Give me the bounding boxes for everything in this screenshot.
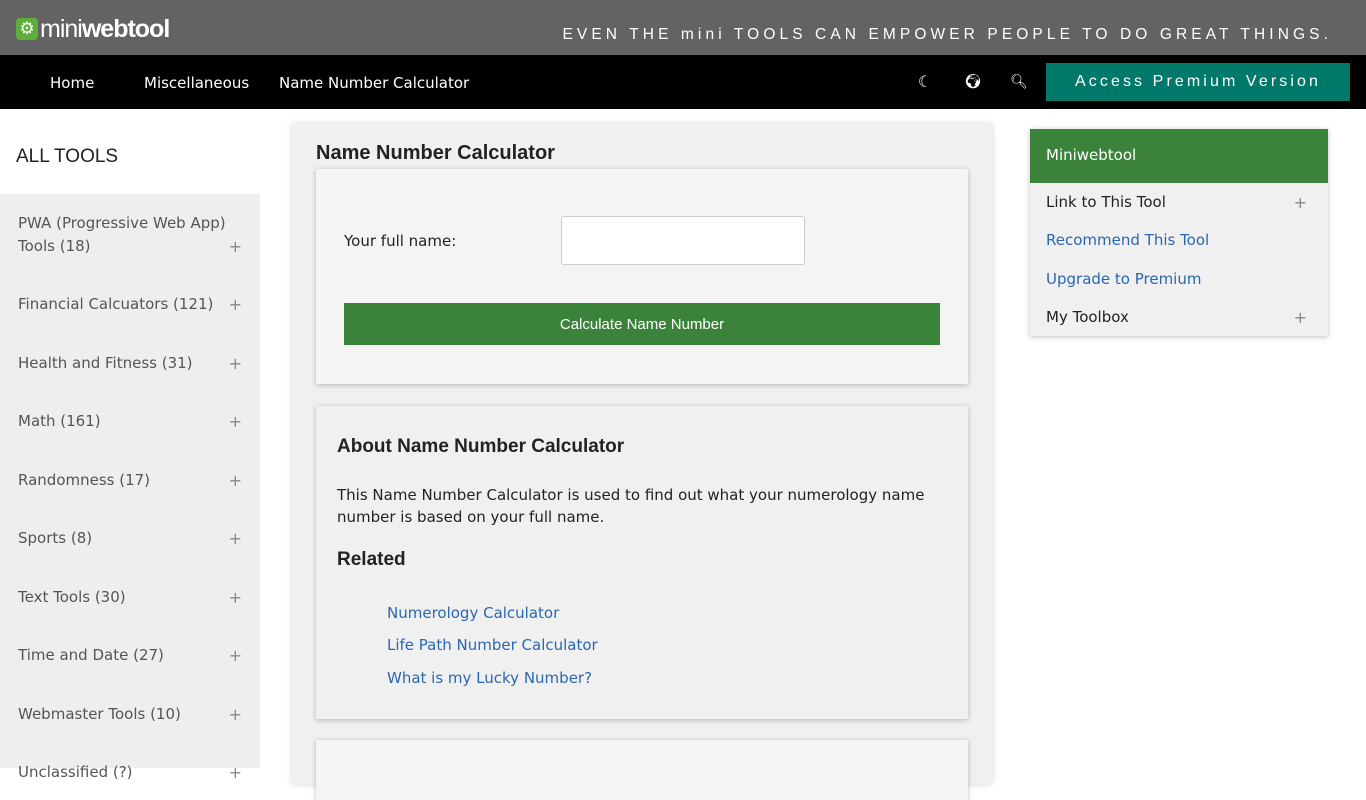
sidebar-item-math[interactable]: Math (161) + [18,410,242,433]
sidebar-item-label: Randomness (17) [18,471,151,489]
sidebar-item-sports[interactable]: Sports (8) + [18,527,242,550]
about-heading: About Name Number Calculator [337,436,625,457]
moon-icon[interactable]: ☾ [915,72,935,91]
access-premium-button[interactable]: Access Premium Version [1046,63,1350,101]
page-title: Name Number Calculator [316,142,555,164]
sidebar-item-unclassified[interactable]: Unclassified (?) + [18,761,242,784]
my-toolbox-label: My Toolbox [1046,308,1129,326]
expand-icon[interactable]: + [1294,193,1307,212]
sidebar-item-text-tools[interactable]: Text Tools (30) + [18,586,242,609]
full-name-label: Your full name: [344,232,457,250]
sidebar-item-financial[interactable]: Financial Calcuators (121) + [18,293,242,316]
sidebar-item-webmaster[interactable]: Webmaster Tools (10) + [18,703,242,726]
sidebar-item-label: Health and Fitness (31) [18,354,193,372]
related-link-lucky-number[interactable]: What is my Lucky Number? [387,669,592,687]
sidebar-item-label: Unclassified (?) [18,763,133,781]
about-card: About Name Number Calculator This Name N… [316,406,968,719]
tools-sidebar: PWA (Progressive Web App) Tools (18) + F… [0,194,260,782]
expand-icon[interactable]: + [229,586,242,609]
sidebar-item-health[interactable]: Health and Fitness (31) + [18,352,242,375]
top-header: ⚙ mini webtool EVEN THE mini TOOLS CAN E… [0,0,1366,55]
about-description: This Name Number Calculator is used to f… [337,486,925,526]
all-tools-heading: ALL TOOLS [16,146,119,167]
site-logo[interactable]: ⚙ mini webtool [16,14,170,43]
expand-icon[interactable]: + [229,644,242,667]
full-name-input[interactable] [561,216,805,265]
sidebar-item-time-date[interactable]: Time and Date (27) + [18,644,242,667]
logo-text-webtool: webtool [81,14,170,43]
expand-icon[interactable]: + [1294,308,1307,327]
calculator-form-card: Your full name: Calculate Name Number [316,169,968,384]
recommend-this-tool-link[interactable]: Recommend This Tool [1046,231,1312,249]
expand-icon[interactable]: + [229,410,242,433]
next-card [316,740,968,800]
main-navbar: Home Miscellaneous Name Number Calculato… [0,55,1366,109]
related-link-life-path[interactable]: Life Path Number Calculator [387,636,598,654]
site-tagline: EVEN THE mini TOOLS CAN EMPOWER PEOPLE T… [562,26,1332,43]
calculate-name-number-button[interactable]: Calculate Name Number [344,303,940,345]
related-link-numerology[interactable]: Numerology Calculator [387,604,559,622]
gear-icon: ⚙ [16,18,38,40]
link-to-this-tool[interactable]: Link to This Tool + [1046,193,1312,212]
sidebar-item-label: Webmaster Tools (10) [18,705,181,723]
nav-name-number-calculator[interactable]: Name Number Calculator [279,74,469,92]
search-icon[interactable]: 🔍︎ [1009,74,1029,90]
sidebar-item-label: Time and Date (27) [18,646,164,664]
expand-icon[interactable]: + [229,703,242,726]
sidebar-item-pwa[interactable]: PWA (Progressive Web App) Tools (18) + [18,212,242,258]
expand-icon[interactable]: + [229,293,242,316]
sidebar-item-label: PWA (Progressive Web App) Tools (18) [18,214,226,255]
expand-icon[interactable]: + [229,469,242,492]
logo-text-mini: mini [40,14,83,43]
expand-icon[interactable]: + [229,235,242,258]
nav-home[interactable]: Home [50,74,94,92]
sidebar-item-randomness[interactable]: Randomness (17) + [18,469,242,492]
globe-icon[interactable]: 🌍︎ [963,74,983,90]
sidebar-item-label: Sports (8) [18,529,93,547]
panel-heading: Miniwebtool [1030,129,1328,183]
main-content: Name Number Calculator Your full name: C… [292,124,992,800]
my-toolbox[interactable]: My Toolbox + [1046,308,1312,327]
sidebar-item-label: Text Tools (30) [18,588,126,606]
miniwebtool-panel: Miniwebtool Link to This Tool + Recommen… [1030,129,1328,336]
link-to-this-tool-label: Link to This Tool [1046,193,1166,211]
expand-icon[interactable]: + [229,527,242,550]
expand-icon[interactable]: + [229,352,242,375]
upgrade-to-premium-link[interactable]: Upgrade to Premium [1046,270,1312,288]
expand-icon[interactable]: + [229,761,242,784]
sidebar-item-label: Math (161) [18,412,101,430]
sidebar-item-label: Financial Calcuators (121) [18,295,214,313]
nav-miscellaneous[interactable]: Miscellaneous [144,74,249,92]
related-heading: Related [337,549,406,570]
